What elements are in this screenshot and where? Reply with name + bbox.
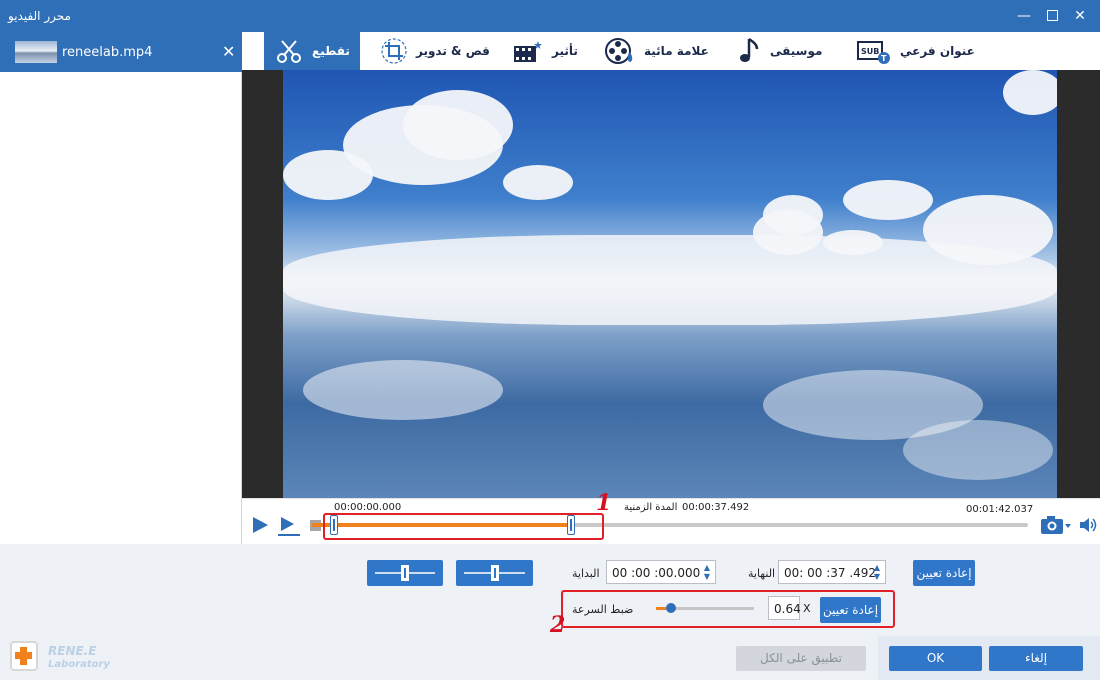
logo-icon	[10, 641, 38, 671]
annotation-label-1: 1	[596, 490, 612, 516]
annotation-label-2: 2	[550, 612, 566, 638]
logo-line-1: RENE.E	[48, 644, 97, 658]
svg-text:SUB: SUB	[861, 47, 879, 56]
apply-to-all-button[interactable]: تطبيق على الكل	[736, 646, 866, 671]
svg-text:T: T	[881, 54, 887, 63]
editor-tab-bar: تقطيع قص & تدوير تأثير علامة مائية موسيق…	[242, 32, 1100, 70]
subtitle-icon: SUB T	[857, 41, 890, 64]
film-effect-icon	[514, 41, 542, 62]
timeline-end-time: 00:01:42.037	[966, 504, 1034, 515]
cloud-reflection	[303, 360, 503, 420]
cloud	[843, 180, 933, 220]
window-title: محرر الفيديو	[8, 9, 71, 23]
logo-line-2: Laboratory	[48, 659, 110, 670]
minimize-button[interactable]: —	[1012, 6, 1036, 26]
duration-value: 00:00:37.492	[682, 502, 750, 513]
close-window-button[interactable]: ✕	[1068, 6, 1092, 26]
tab-effect-label: تأثير	[552, 44, 578, 58]
rene-e-logo: RENE.E Laboratory	[6, 638, 116, 676]
tab-crop-rotate-label: قص & تدوير	[416, 44, 490, 58]
file-list-panel: reneelab.mp4 ✕	[0, 32, 242, 544]
timeline-start-time: 00:00:00.000	[334, 502, 402, 513]
tab-watermark-label: علامة مائية	[644, 44, 709, 58]
music-note-icon	[740, 37, 759, 62]
tab-effect[interactable]: تأثير	[512, 32, 578, 70]
file-name: reneelab.mp4	[62, 45, 153, 60]
volume-icon[interactable]	[1078, 516, 1098, 534]
end-time-field[interactable]: 00: 00 :37 .492 ▲ ▼	[778, 560, 886, 584]
tab-watermark[interactable]: علامة مائية	[604, 32, 709, 70]
crop-rotate-icon	[381, 38, 407, 64]
plus-logo-icon	[15, 647, 32, 665]
marker-start-icon	[375, 565, 435, 581]
start-time-spinner[interactable]: ▲ ▼	[702, 563, 712, 581]
ok-button[interactable]: OK	[889, 646, 982, 671]
maximize-icon	[1046, 10, 1058, 21]
reset-trim-button[interactable]: إعادة تعيين	[913, 560, 975, 586]
cloud	[1003, 70, 1057, 115]
title-bar: محرر الفيديو — ✕	[0, 0, 1100, 32]
tab-crop-rotate[interactable]: قص & تدوير	[380, 32, 490, 70]
logo-text: RENE.E Laboratory	[48, 644, 110, 672]
tab-trim[interactable]: تقطيع	[264, 32, 360, 70]
marker-end-icon	[464, 565, 525, 581]
scissors-icon	[277, 40, 301, 63]
cloud	[403, 90, 513, 160]
remove-file-icon[interactable]: ✕	[222, 42, 235, 61]
film-reel-icon	[605, 38, 633, 64]
tab-music[interactable]: موسيقى	[738, 32, 822, 70]
video-preview	[283, 70, 1057, 498]
tab-trim-label: تقطيع	[312, 44, 350, 58]
tab-subtitle[interactable]: SUB T عنوان فرعي	[856, 32, 975, 70]
play-selection-icon[interactable]	[276, 515, 302, 537]
start-time-value: 00 :00 :00.000	[612, 566, 701, 580]
maximize-button[interactable]	[1040, 6, 1064, 26]
tab-subtitle-label: عنوان فرعي	[900, 44, 975, 58]
cancel-button[interactable]: إلغاء	[989, 646, 1083, 671]
end-label: النهاية	[748, 567, 776, 580]
cloud	[503, 165, 573, 200]
annotation-box-1	[323, 513, 604, 540]
annotation-box-2	[561, 590, 895, 628]
end-time-value: 00: 00 :37 .492	[784, 566, 877, 580]
tab-music-label: موسيقى	[770, 44, 823, 58]
start-label: البداية	[572, 567, 600, 580]
cloud-reflection	[903, 420, 1053, 480]
file-list-item[interactable]: reneelab.mp4 ✕	[0, 32, 242, 72]
end-time-spinner[interactable]: ▲ ▼	[872, 563, 882, 581]
cloud-band	[283, 235, 1057, 325]
snapshot-camera-icon[interactable]	[1040, 514, 1072, 536]
set-end-marker-button[interactable]	[456, 560, 533, 586]
duration-label: المدة الزمنية	[624, 502, 678, 513]
play-icon[interactable]	[250, 515, 270, 535]
video-thumbnail	[15, 41, 57, 63]
video-player[interactable]	[242, 70, 1100, 498]
start-time-field[interactable]: 00 :00 :00.000 ▲ ▼	[606, 560, 716, 584]
cloud	[283, 150, 373, 200]
set-start-marker-button[interactable]	[367, 560, 443, 586]
